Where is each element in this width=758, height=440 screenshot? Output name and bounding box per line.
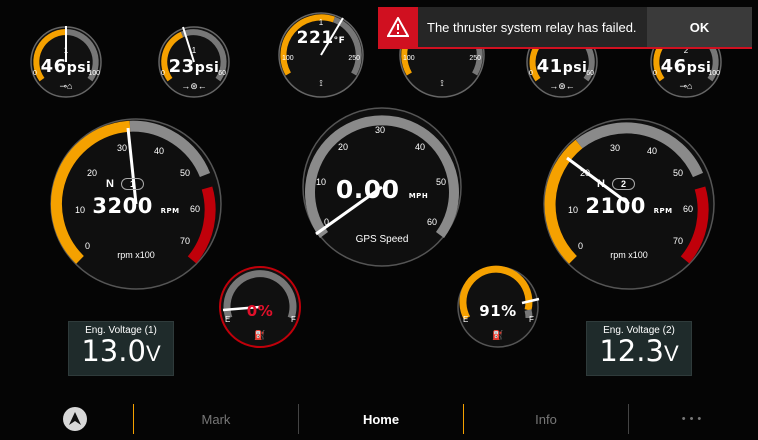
speed-value: 0.00 [335,175,400,204]
oil-pressure-value: 46 [660,56,687,77]
voltage-unit: V [663,341,679,366]
scale-max: 60 [218,70,226,77]
scale-min: 100 [403,55,415,62]
unit-rpm: RPM [160,207,180,215]
tick-label: 70 [673,236,684,246]
rpm-caption: rpm x100 [610,250,648,260]
voltage-value: 12.3 [599,334,664,368]
bottom-navigation-bar: Mark Home Info ••• [0,398,758,440]
scale-min: 0 [33,70,37,77]
tick-label: 40 [647,146,658,156]
fuel-level-value: 91% [479,302,517,320]
info-button[interactable]: Info [464,398,628,440]
tick-label: 0 [324,217,330,227]
tick-label: 50 [180,168,191,178]
tachometer-1: 0 10 20 30 40 50 60 70 N 1 3200 RPM rpm … [50,118,222,290]
tick-label: 70 [180,236,191,246]
scale-max: 100 [708,70,720,77]
engine-voltage-2: Eng. Voltage (2) 12.3V [586,321,692,376]
engine-badge: 2 [612,178,636,190]
badge-1: 1 [191,46,197,55]
alert-message: The thruster system relay has failed. [427,19,637,35]
unit-mph: MPH [408,192,429,200]
tick-label: 20 [580,168,591,178]
alert-banner: The thruster system relay has failed. OK [378,7,752,49]
oil-pressure-gauge-1: 1 46psi 0 100 ⊸⌂ [30,5,102,98]
voltage-value: 13.0 [81,334,146,368]
warning-icon [378,7,418,47]
scale-min: 100 [282,55,294,62]
tick-label: 20 [87,168,98,178]
voltage-unit: V [145,341,161,366]
scale-min: 0 [529,70,533,77]
fuel-pump-icon: ⛽ [492,330,504,340]
navigation-arrow-icon [63,407,87,431]
fuel-pressure-value: 41 [536,56,563,77]
fuel-pressure-gauge-1: 1 23psi 0 60 →⊛← [158,5,230,98]
scale-max: 250 [469,55,481,62]
unit-psi: psi [194,60,220,76]
tick-label: 40 [154,146,165,156]
gps-speed-gauge: 0 10 20 30 40 50 60 0.00 MPH GPS Speed [302,107,462,267]
coolant-temp-icon: ⟟ [440,78,444,88]
scale-min: 0 [653,70,657,77]
ok-button[interactable]: OK [647,7,752,47]
home-tab[interactable]: Home [299,398,463,440]
coolant-temp-gauge-1: 1 221°F 100 250 ⟟ [278,5,364,98]
tick-label: 60 [427,217,438,227]
fuel-level-gauge-2: E F 91% ⛽ [457,265,540,348]
tick-label: 50 [673,168,684,178]
engine-badge: 1 [121,178,145,190]
oil-pressure-icon: ⊸⌂ [679,81,693,91]
oil-pressure-value: 46 [40,56,67,77]
tick-label: 40 [415,142,426,152]
fuel-pressure-value: 23 [168,56,195,77]
rpm-caption: rpm x100 [117,250,155,260]
engine-voltage-1: Eng. Voltage (1) 13.0V [68,321,174,376]
oil-pressure-icon: ⊸⌂ [59,81,73,91]
scale-max: 250 [348,55,360,62]
more-button[interactable]: ••• [629,398,758,440]
tachometer-2: 0 10 20 30 40 50 60 70 N 2 2100 RPM rpm … [543,118,715,290]
mark-button[interactable]: Mark [134,398,298,440]
gear-indicator: N [106,178,114,190]
unit-rpm: RPM [653,207,673,215]
coolant-temp-value: 221 [296,28,334,48]
badge-1: 1 [318,18,324,27]
tick-label: 30 [375,125,386,135]
fuel-level-gauge-1: E F 0% ⛽ [219,266,301,348]
tick-label: 30 [117,143,128,153]
scale-max: 100 [88,70,100,77]
fuel-pressure-icon: →⊛← [549,81,575,91]
unit-psi: psi [562,60,588,76]
home-navigation-button[interactable] [46,398,104,440]
coolant-temp-icon: ⟟ [319,78,323,88]
gear-indicator: N [597,178,605,190]
unit-fahrenheit: °F [333,36,346,46]
scale-max: 60 [586,70,594,77]
rpm-value: 2100 [585,194,646,218]
fuel-pump-icon: ⛽ [254,330,266,340]
badge-1: 1 [63,46,69,55]
fuel-pressure-icon: →⊛← [181,81,207,91]
scale-min: 0 [161,70,165,77]
rpm-value: 3200 [92,194,153,218]
tick-label: 20 [338,142,349,152]
tick-label: 30 [610,143,621,153]
speed-caption: GPS Speed [355,234,409,245]
fuel-level-value: 0% [246,302,274,320]
